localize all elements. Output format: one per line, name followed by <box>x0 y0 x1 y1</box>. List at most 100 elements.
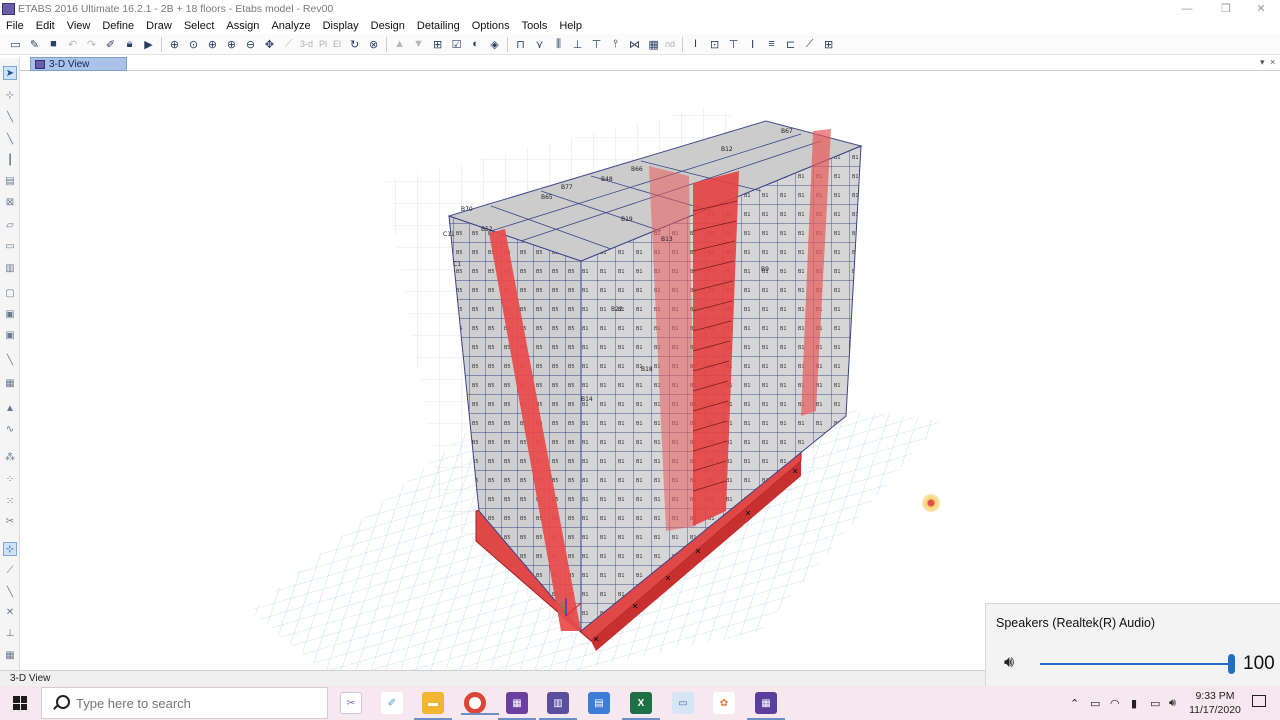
calculator-icon[interactable]: ▤ <box>588 692 610 714</box>
grid-select-icon[interactable]: ⊡ <box>707 37 722 52</box>
etabs-app-1-icon[interactable]: ▦ <box>498 692 536 720</box>
plan-view-button[interactable]: Pl <box>319 39 327 49</box>
draw-area-icon[interactable]: ▦ <box>646 37 661 52</box>
options-icon[interactable]: ⊞ <box>821 37 836 52</box>
elevation-view-button[interactable]: El <box>333 39 341 49</box>
tray-volume-icon[interactable]: 🔊︎ <box>1169 686 1176 720</box>
tab-close-button[interactable]: × <box>1270 57 1275 67</box>
view-3d-button[interactable]: 3-d <box>300 39 313 49</box>
select-all-icon[interactable]: ⁂ <box>3 450 17 464</box>
audio-device-name[interactable]: Speakers (Realtek(R) Audio) <box>996 616 1155 630</box>
volume-slider-track[interactable] <box>1040 663 1230 665</box>
menu-options[interactable]: Options <box>466 20 516 32</box>
menu-tools[interactable]: Tools <box>516 20 554 32</box>
tee-icon[interactable]: ⊤ <box>726 37 741 52</box>
nd-button[interactable]: nd <box>665 39 675 49</box>
close-button[interactable]: ✕ <box>1242 0 1280 17</box>
snap-grid-icon[interactable]: ⊹ <box>3 542 17 556</box>
redo-icon[interactable]: ↷ <box>84 37 99 52</box>
menu-view[interactable]: View <box>61 20 97 32</box>
menu-file[interactable]: File <box>0 20 30 32</box>
snap-end-icon[interactable]: ╲ <box>3 585 17 599</box>
tab-3d-view[interactable]: 3-D View <box>30 57 127 71</box>
tray-display-icon[interactable]: ▭ <box>1090 686 1100 720</box>
draw-rect-area-icon[interactable]: ▭ <box>3 239 17 253</box>
select-object-icon[interactable]: ⊞ <box>430 37 445 52</box>
draw-vertical-icon[interactable]: ┃ <box>3 153 17 167</box>
measure-icon[interactable]: ⟋ <box>281 37 296 52</box>
open-icon[interactable]: ✎ <box>27 37 42 52</box>
pan-icon[interactable]: ✥ <box>262 37 277 52</box>
model-viewport-3d[interactable]: B1 B5 <box>21 71 1280 670</box>
tray-wifi-icon[interactable]: ◠ <box>1110 686 1120 720</box>
snap-fine-grid-icon[interactable]: ▦ <box>3 648 17 662</box>
search-input[interactable] <box>76 695 306 711</box>
draw-wall-panel-icon[interactable]: ▥ <box>3 261 17 275</box>
pencil-icon[interactable]: ✐ <box>103 37 118 52</box>
menu-display[interactable]: Display <box>317 20 365 32</box>
draw-beam-icon[interactable]: ⊤ <box>589 37 604 52</box>
draw-point-icon[interactable]: ⫯ <box>608 37 623 52</box>
taskbar-clock[interactable]: 9:33 PM 11/17/2020 <box>1186 689 1244 717</box>
zoom-out-icon[interactable]: ⊖ <box>243 37 258 52</box>
menu-analyze[interactable]: Analyze <box>265 20 316 32</box>
start-button[interactable] <box>0 686 40 720</box>
draw-section-icon[interactable]: ⋈ <box>627 37 642 52</box>
chrome-icon[interactable] <box>461 692 499 715</box>
draw-frame-icon[interactable]: ⊓ <box>513 37 528 52</box>
speaker-icon[interactable]: 🔊︎ <box>1004 654 1014 672</box>
excel-icon[interactable]: X <box>622 692 660 720</box>
draw-line-icon[interactable]: ╲ <box>3 110 17 124</box>
zoom-restore-icon[interactable]: ⊙ <box>186 37 201 52</box>
tab-dropdown-button[interactable]: ▾ <box>1260 57 1265 68</box>
menu-edit[interactable]: Edit <box>30 20 61 32</box>
new-model-icon[interactable]: ▭ <box>8 37 23 52</box>
text-cursor-icon[interactable]: I <box>688 37 703 52</box>
draw-brace-icon[interactable]: ⋎ <box>532 37 547 52</box>
move-down-icon[interactable]: ▼ <box>411 37 426 52</box>
snip-app-icon[interactable]: ✂ <box>340 692 362 714</box>
object-shrink-icon[interactable]: ◈ <box>487 37 502 52</box>
menu-design[interactable]: Design <box>365 20 411 32</box>
checkbox-icon[interactable]: ☑ <box>449 37 464 52</box>
notification-center-icon[interactable] <box>1252 695 1266 707</box>
menu-assign[interactable]: Assign <box>220 20 265 32</box>
pointer-icon[interactable]: ➤ <box>3 66 17 80</box>
draw-brace-x-icon[interactable]: ⊠ <box>3 195 17 209</box>
snap-perpendicular-icon[interactable]: ⊥ <box>3 626 17 640</box>
notes-app-icon[interactable]: ▭ <box>672 692 694 714</box>
clear-selection-icon[interactable]: ⁙ <box>3 494 17 508</box>
draw-opening-icon[interactable]: ▢ <box>3 286 17 300</box>
shading-icon[interactable]: ◐ <box>468 37 483 52</box>
draw-joint-icon[interactable]: ⊹ <box>3 88 17 102</box>
menu-draw[interactable]: Draw <box>140 20 178 32</box>
draw-beams-icon[interactable]: ▤ <box>3 174 17 188</box>
draw-column-icon[interactable]: ╲ <box>3 132 17 146</box>
tray-mic-icon[interactable]: ▮ <box>1131 686 1137 720</box>
zoom-window-icon[interactable]: ⊕ <box>167 37 182 52</box>
draw-link-icon[interactable]: ╲ <box>3 353 17 367</box>
save-icon[interactable]: ■ <box>46 37 61 52</box>
frame-icon[interactable]: ⊏ <box>783 37 798 52</box>
snap-intersection-icon[interactable]: ✕ <box>3 605 17 619</box>
draw-slab-icon[interactable]: ▣ <box>3 307 17 321</box>
menu-define[interactable]: Define <box>96 20 140 32</box>
volume-slider-thumb[interactable] <box>1228 654 1235 674</box>
run-analysis-icon[interactable]: ▶ <box>141 37 156 52</box>
snap-line-icon[interactable]: ⟋ <box>3 563 17 577</box>
zoom-in-step-icon[interactable]: ⊕ <box>224 37 239 52</box>
paint3d-app-icon[interactable]: ✿ <box>713 692 735 714</box>
draw-wall-icon[interactable]: ⫼ <box>551 37 566 52</box>
tray-battery-icon[interactable]: ▭ <box>1150 686 1160 720</box>
paint-app-icon[interactable]: ✐ <box>381 692 403 714</box>
select-previous-icon[interactable]: ⁘ <box>3 472 17 486</box>
section-icon[interactable]: Ⅰ <box>745 37 760 52</box>
etabs-app-2-icon[interactable]: ▥ <box>539 692 577 720</box>
line-style-icon[interactable]: ≡ <box>764 37 779 52</box>
intersect-icon[interactable]: ✂ <box>3 514 17 528</box>
file-explorer-icon[interactable]: ▬ <box>414 692 452 720</box>
draw-floor-area-icon[interactable]: ▱ <box>3 218 17 232</box>
minimize-button[interactable]: — <box>1168 0 1206 17</box>
perspective-icon[interactable]: ⊗ <box>366 37 381 52</box>
rotate-icon[interactable]: ↻ <box>347 37 362 52</box>
